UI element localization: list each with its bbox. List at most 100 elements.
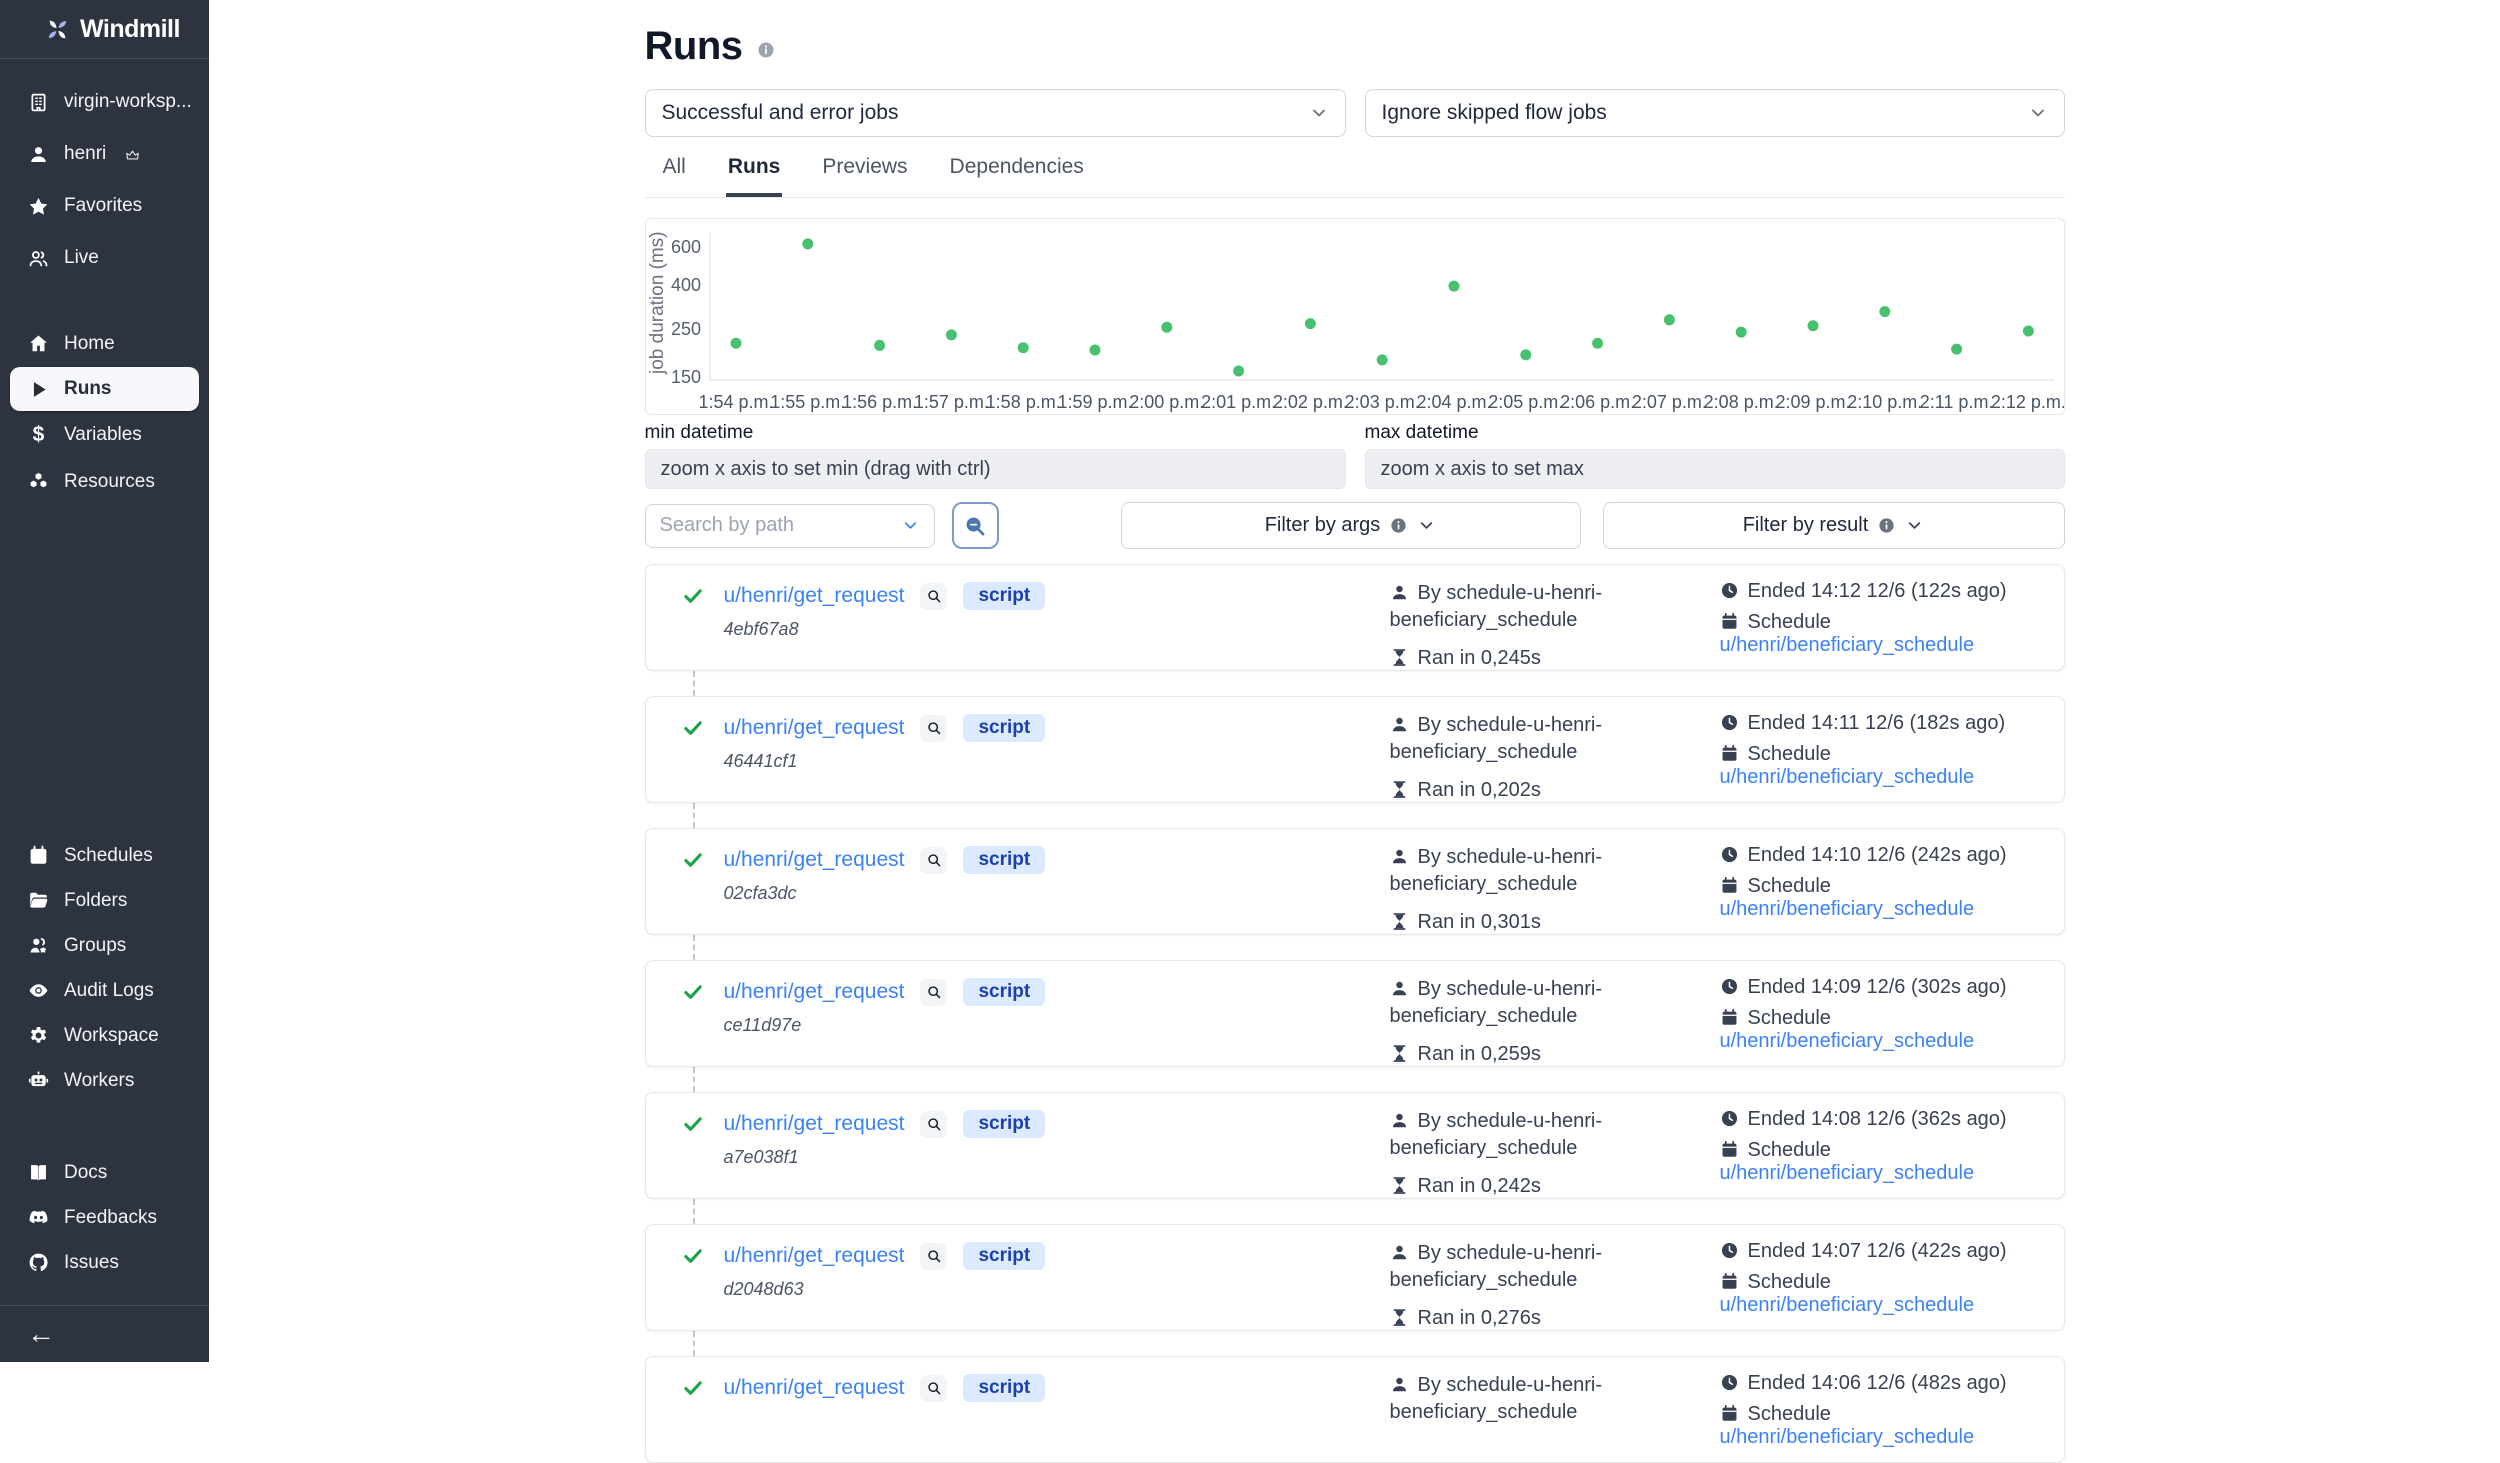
run-duration: Ran in 0,242s: [1390, 1175, 1628, 1198]
run-card[interactable]: u/henri/get_request script ce11d97e By s…: [645, 960, 2065, 1067]
sidebar-group-external: DocsFeedbacksIssues: [0, 1150, 209, 1285]
sidebar-group-primary: HomeRuns$VariablesResources: [0, 320, 209, 505]
run-card[interactable]: u/henri/get_request script By schedule-u…: [645, 1356, 2065, 1463]
schedule-link[interactable]: u/henri/beneficiary_schedule: [1720, 766, 1975, 788]
run-triggered-by: By schedule-u-henri-beneficiary_schedule: [1390, 1372, 1628, 1426]
search-icon: [926, 1380, 942, 1396]
schedule-link[interactable]: u/henri/beneficiary_schedule: [1720, 1294, 1975, 1316]
run-path-link[interactable]: u/henri/get_request: [724, 584, 905, 608]
hourglass-icon: [1390, 1044, 1409, 1063]
run-path-link[interactable]: u/henri/get_request: [724, 1376, 905, 1400]
sidebar-item-workers[interactable]: Workers: [0, 1058, 209, 1103]
sidebar-item-docs[interactable]: Docs: [0, 1150, 209, 1195]
inspect-run-button[interactable]: [920, 979, 947, 1006]
calendar-icon: [1720, 1140, 1739, 1159]
svg-text:400: 400: [670, 275, 700, 295]
sidebar-item-issues[interactable]: Issues: [0, 1240, 209, 1285]
run-hash: 46441cf1: [724, 751, 1046, 772]
sidebar-item-live[interactable]: Live: [0, 232, 209, 284]
filter-by-args-button[interactable]: Filter by args: [1121, 502, 1581, 549]
run-triggered-by: By schedule-u-henri-beneficiary_schedule: [1390, 1108, 1628, 1162]
sidebar-item-virgin-worksp[interactable]: virgin-worksp...: [0, 76, 209, 128]
filter-by-result-button[interactable]: Filter by result: [1603, 502, 2065, 549]
sidebar-item-folders[interactable]: Folders: [0, 878, 209, 923]
svg-text:2:07 p.m.: 2:07 p.m.: [1631, 392, 1706, 412]
schedule-link[interactable]: u/henri/beneficiary_schedule: [1720, 1162, 1975, 1184]
person-icon: [1390, 1243, 1409, 1262]
sidebar-group-workspace: virgin-worksp...henriFavoritesLive: [0, 76, 209, 284]
inspect-run-button[interactable]: [920, 1375, 947, 1402]
inspect-run-button[interactable]: [920, 715, 947, 742]
run-ended-at: Ended 14:09 12/6 (302s ago): [1720, 976, 2064, 999]
tab-previews[interactable]: Previews: [820, 147, 909, 197]
dollar-icon: $: [28, 424, 49, 445]
search-by-path-select[interactable]: Search by path: [645, 504, 935, 548]
run-connector-line: [693, 935, 695, 960]
sidebar-item-runs[interactable]: Runs: [10, 367, 199, 411]
tab-all[interactable]: All: [661, 147, 688, 197]
run-path-link[interactable]: u/henri/get_request: [724, 1112, 905, 1136]
run-card[interactable]: u/henri/get_request script 02cfa3dc By s…: [645, 828, 2065, 935]
tab-dependencies[interactable]: Dependencies: [948, 147, 1086, 197]
run-card[interactable]: u/henri/get_request script a7e038f1 By s…: [645, 1092, 2065, 1199]
user-icon: [28, 144, 49, 165]
schedule-link[interactable]: u/henri/beneficiary_schedule: [1720, 1030, 1975, 1052]
run-schedule: Schedule u/henri/beneficiary_schedule: [1720, 1403, 2064, 1449]
svg-text:2:09 p.m.: 2:09 p.m.: [1775, 392, 1850, 412]
sidebar-item-home[interactable]: Home: [0, 320, 209, 367]
inspect-run-button[interactable]: [920, 847, 947, 874]
max-datetime-input[interactable]: [1365, 449, 2065, 489]
skipped-flow-select[interactable]: Ignore skipped flow jobs: [1365, 89, 2065, 137]
sidebar-item-favorites[interactable]: Favorites: [0, 180, 209, 232]
success-check-icon: [682, 1113, 704, 1135]
min-datetime-input[interactable]: [645, 449, 1346, 489]
search-button[interactable]: [952, 502, 999, 549]
inspect-run-button[interactable]: [920, 1111, 947, 1138]
success-check-icon: [682, 981, 704, 1003]
schedule-link[interactable]: u/henri/beneficiary_schedule: [1720, 634, 1975, 656]
sidebar-item-audit-logs[interactable]: Audit Logs: [0, 968, 209, 1013]
success-check-icon: [682, 1245, 704, 1267]
run-path-link[interactable]: u/henri/get_request: [724, 1244, 905, 1268]
run-schedule: Schedule u/henri/beneficiary_schedule: [1720, 1271, 2064, 1317]
sidebar: Windmill virgin-worksp...henriFavoritesL…: [0, 0, 209, 1362]
tab-runs[interactable]: Runs: [726, 147, 783, 197]
success-check-icon: [682, 1377, 704, 1399]
job-status-select[interactable]: Successful and error jobs: [645, 89, 1346, 137]
calendar-icon: [1720, 744, 1739, 763]
job-status-select-value: Successful and error jobs: [662, 101, 899, 125]
person-icon: [1390, 715, 1409, 734]
schedule-link[interactable]: u/henri/beneficiary_schedule: [1720, 1426, 1975, 1448]
run-path-link[interactable]: u/henri/get_request: [724, 848, 905, 872]
run-card[interactable]: u/henri/get_request script d2048d63 By s…: [645, 1224, 2065, 1331]
sidebar-group-admin: SchedulesFoldersGroupsAudit LogsWorkspac…: [0, 833, 209, 1103]
run-path-link[interactable]: u/henri/get_request: [724, 980, 905, 1004]
sidebar-item-schedules[interactable]: Schedules: [0, 833, 209, 878]
sidebar-footer: ←: [0, 1305, 209, 1362]
run-ended-at: Ended 14:12 12/6 (122s ago): [1720, 580, 2064, 603]
run-ended-at: Ended 14:08 12/6 (362s ago): [1720, 1108, 2064, 1131]
run-card[interactable]: u/henri/get_request script 46441cf1 By s…: [645, 696, 2065, 803]
schedule-link[interactable]: u/henri/beneficiary_schedule: [1720, 898, 1975, 920]
sidebar-item-groups[interactable]: Groups: [0, 923, 209, 968]
svg-text:2:06 p.m.: 2:06 p.m.: [1560, 392, 1635, 412]
job-duration-chart[interactable]: 1502504006001:54 p.m.1:55 p.m.1:56 p.m.1…: [645, 218, 2065, 415]
windmill-logo[interactable]: Windmill: [0, 0, 209, 59]
book-icon: [28, 1162, 49, 1183]
svg-text:2:03 p.m.: 2:03 p.m.: [1344, 392, 1419, 412]
svg-text:1:57 p.m.: 1:57 p.m.: [913, 392, 988, 412]
play-icon: [28, 379, 49, 400]
sidebar-item-variables[interactable]: $Variables: [0, 411, 209, 458]
job-kind-badge: script: [963, 582, 1045, 610]
scatter-plot: 1502504006001:54 p.m.1:55 p.m.1:56 p.m.1…: [646, 219, 2064, 414]
sidebar-item-resources[interactable]: Resources: [0, 458, 209, 505]
person-icon: [1390, 1111, 1409, 1130]
run-path-link[interactable]: u/henri/get_request: [724, 716, 905, 740]
inspect-run-button[interactable]: [920, 583, 947, 610]
run-card[interactable]: u/henri/get_request script 4ebf67a8 By s…: [645, 564, 2065, 671]
sidebar-item-workspace[interactable]: Workspace: [0, 1013, 209, 1058]
sidebar-item-henri[interactable]: henri: [0, 128, 209, 180]
sidebar-item-feedbacks[interactable]: Feedbacks: [0, 1195, 209, 1240]
inspect-run-button[interactable]: [920, 1243, 947, 1270]
collapse-sidebar-button[interactable]: ←: [0, 1306, 209, 1362]
